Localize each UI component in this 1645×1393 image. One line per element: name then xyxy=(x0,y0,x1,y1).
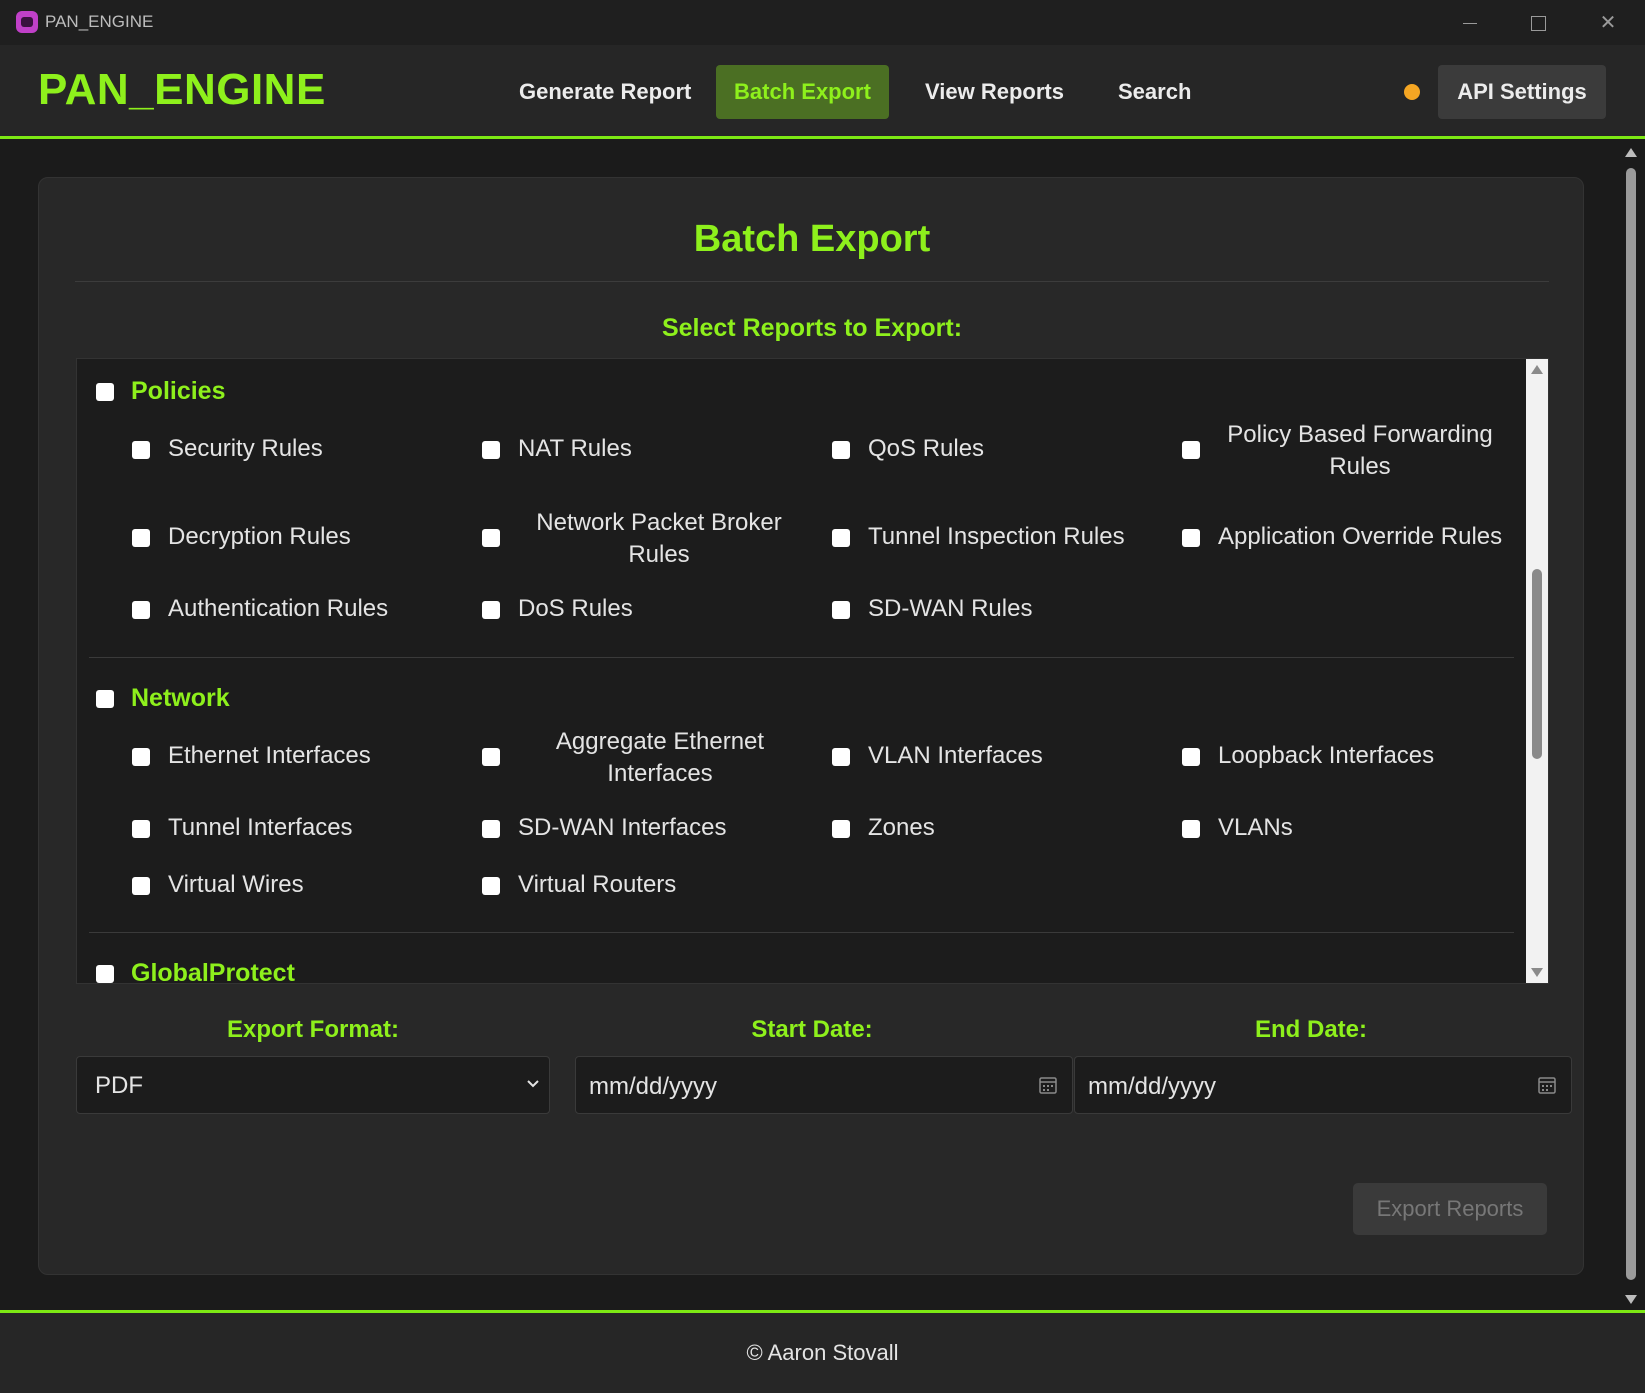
label-application-override-rules: Application Override Rules xyxy=(1218,523,1503,550)
footer: © Aaron Stovall xyxy=(0,1310,1645,1393)
label-policy-based-forwarding-rules: Policy Based Forwarding Rules xyxy=(1227,421,1493,480)
export-format-value: PDF xyxy=(95,1072,143,1099)
checkbox-loopback-interfaces[interactable] xyxy=(1182,748,1200,766)
checkbox-security-rules[interactable] xyxy=(132,441,150,459)
checkbox-network-packet-broker-rules[interactable] xyxy=(482,529,500,547)
checkbox-sd-wan-rules[interactable] xyxy=(832,601,850,619)
scroll-up-icon[interactable] xyxy=(1625,148,1637,157)
window-title: PAN_ENGINE xyxy=(45,12,154,31)
label-vlans: VLANs xyxy=(1218,814,1293,841)
category-checkbox-network[interactable] xyxy=(96,690,114,708)
label-virtual-routers: Virtual Routers xyxy=(518,871,677,898)
label-dos-rules: DoS Rules xyxy=(518,595,633,622)
start-date-placeholder: mm/dd/yyyy xyxy=(589,1073,718,1100)
calendar-icon[interactable] xyxy=(1537,1075,1557,1095)
start-date-input[interactable]: mm/dd/yyyy xyxy=(575,1056,1073,1114)
label-zones: Zones xyxy=(868,814,935,841)
checkbox-dos-rules[interactable] xyxy=(482,601,500,619)
scroll-up-icon[interactable] xyxy=(1531,365,1543,374)
end-date-placeholder: mm/dd/yyyy xyxy=(1088,1073,1217,1100)
nav-search[interactable]: Search xyxy=(1094,65,1215,119)
checkbox-policy-based-forwarding-rules[interactable] xyxy=(1182,441,1200,459)
nav-batch-export[interactable]: Batch Export xyxy=(716,65,889,119)
app-header: PAN_ENGINE Generate Report Batch Export … xyxy=(0,45,1645,139)
label-virtual-wires: Virtual Wires xyxy=(168,871,304,898)
api-settings-button[interactable]: API Settings xyxy=(1438,65,1606,119)
calendar-icon[interactable] xyxy=(1038,1075,1058,1095)
category-label-network: Network xyxy=(131,684,230,712)
minimize-icon[interactable] xyxy=(1450,8,1490,38)
section-divider xyxy=(89,657,1514,658)
label-security-rules: Security Rules xyxy=(168,435,323,462)
list-scrollbar[interactable] xyxy=(1526,359,1548,983)
label-nat-rules: NAT Rules xyxy=(518,435,632,462)
checkbox-application-override-rules[interactable] xyxy=(1182,529,1200,547)
label-network-packet-broker-rules: Network Packet Broker Rules xyxy=(536,509,782,568)
window-title-bar: PAN_ENGINE ✕ xyxy=(0,0,1645,45)
label-tunnel-inspection-rules: Tunnel Inspection Rules xyxy=(868,523,1125,550)
copyright-text: © Aaron Stovall xyxy=(746,1340,899,1365)
scroll-down-icon[interactable] xyxy=(1531,968,1543,977)
label-authentication-rules: Authentication Rules xyxy=(168,595,389,622)
end-date-input[interactable]: mm/dd/yyyy xyxy=(1074,1056,1572,1114)
logo: PAN_ENGINE xyxy=(38,65,326,114)
scroll-thumb[interactable] xyxy=(1532,569,1542,759)
category-checkbox-globalprotect[interactable] xyxy=(96,965,114,983)
checkbox-tunnel-inspection-rules[interactable] xyxy=(832,529,850,547)
nav-generate-report[interactable]: Generate Report xyxy=(495,65,715,119)
checkbox-virtual-wires[interactable] xyxy=(132,877,150,895)
page-title: Batch Export xyxy=(693,218,931,260)
report-selection-list[interactable]: Policies Security Rules NAT Rules QoS Ru… xyxy=(76,358,1549,984)
select-reports-label: Select Reports to Export: xyxy=(661,314,963,342)
batch-export-card: Batch Export Select Reports to Export: P… xyxy=(38,177,1584,1275)
checkbox-decryption-rules[interactable] xyxy=(132,529,150,547)
checkbox-authentication-rules[interactable] xyxy=(132,601,150,619)
label-qos-rules: QoS Rules xyxy=(868,435,985,462)
start-date-label: Start Date: xyxy=(751,1016,873,1043)
export-format-select[interactable]: PDF xyxy=(76,1056,550,1114)
title-divider xyxy=(75,281,1549,282)
category-label-globalprotect: GlobalProtect xyxy=(131,959,295,984)
checkbox-zones[interactable] xyxy=(832,820,850,838)
checkbox-nat-rules[interactable] xyxy=(482,441,500,459)
maximize-icon[interactable] xyxy=(1518,8,1558,38)
export-reports-button[interactable]: Export Reports xyxy=(1353,1183,1547,1235)
label-vlan-interfaces: VLAN Interfaces xyxy=(868,742,1043,769)
label-loopback-interfaces: Loopback Interfaces xyxy=(1218,742,1435,769)
section-divider xyxy=(89,932,1514,933)
status-indicator xyxy=(1404,84,1420,100)
scroll-down-icon[interactable] xyxy=(1625,1295,1637,1304)
scroll-thumb[interactable] xyxy=(1626,168,1636,1280)
checkbox-qos-rules[interactable] xyxy=(832,441,850,459)
checkbox-aggregate-ethernet-interfaces[interactable] xyxy=(482,748,500,766)
label-decryption-rules: Decryption Rules xyxy=(168,523,351,550)
checkbox-vlans[interactable] xyxy=(1182,820,1200,838)
label-tunnel-interfaces: Tunnel Interfaces xyxy=(168,814,353,841)
close-icon[interactable]: ✕ xyxy=(1588,8,1628,38)
checkbox-sd-wan-interfaces[interactable] xyxy=(482,820,500,838)
label-aggregate-ethernet-interfaces: Aggregate Ethernet Interfaces xyxy=(555,728,765,787)
app-icon xyxy=(16,11,38,33)
label-sd-wan-interfaces: SD-WAN Interfaces xyxy=(518,814,727,841)
nav-view-reports[interactable]: View Reports xyxy=(901,65,1088,119)
label-sd-wan-rules: SD-WAN Rules xyxy=(868,595,1033,622)
category-label-policies: Policies xyxy=(131,377,226,405)
chevron-down-icon xyxy=(527,1080,539,1088)
end-date-label: End Date: xyxy=(1254,1016,1367,1043)
checkbox-vlan-interfaces[interactable] xyxy=(832,748,850,766)
export-format-label: Export Format: xyxy=(226,1016,399,1043)
checkbox-virtual-routers[interactable] xyxy=(482,877,500,895)
label-ethernet-interfaces: Ethernet Interfaces xyxy=(168,742,371,769)
page-scrollbar[interactable] xyxy=(1620,142,1642,1310)
category-checkbox-policies[interactable] xyxy=(96,383,114,401)
checkbox-ethernet-interfaces[interactable] xyxy=(132,748,150,766)
checkbox-tunnel-interfaces[interactable] xyxy=(132,820,150,838)
